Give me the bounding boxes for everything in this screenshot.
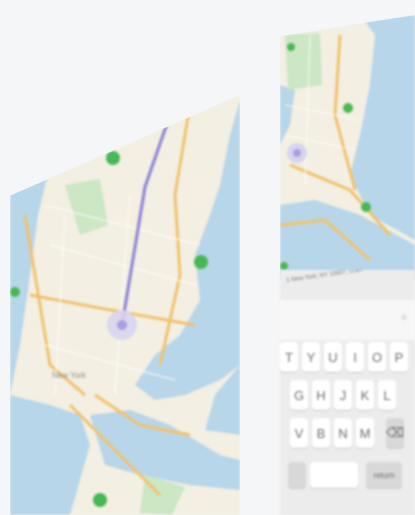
map-marker-icon[interactable] [106, 151, 120, 165]
park-area [285, 33, 322, 90]
map-label: New York [52, 371, 87, 380]
backspace-icon[interactable]: ⌫ [386, 418, 404, 448]
map-canvas-right [280, 15, 415, 280]
key-t[interactable]: T [280, 342, 298, 372]
key-b[interactable]: B [312, 418, 330, 448]
map-marker-icon[interactable] [93, 493, 107, 507]
key-k[interactable]: K [356, 380, 374, 410]
return-key[interactable]: return [366, 462, 402, 488]
key-j[interactable]: J [334, 380, 352, 410]
emoji-key[interactable] [288, 462, 306, 488]
map-marker-icon[interactable] [10, 287, 20, 297]
key-u[interactable]: U [324, 342, 342, 372]
key-m[interactable]: M [356, 418, 374, 448]
map-canvas-left: New York [10, 95, 240, 515]
keyboard-row-1: T Y U I O P [280, 342, 415, 376]
keyboard-row-3: V B N M ⌫ [280, 418, 415, 452]
search-keyboard-panel: 1 New York, NY 10007, USA ○ T Y U I O P … [280, 270, 415, 515]
address-text[interactable]: 1 New York, NY 10007, USA [286, 270, 411, 284]
suggestion-row[interactable]: ○ [280, 300, 415, 340]
map-view-right[interactable] [280, 15, 415, 280]
key-i[interactable]: I [346, 342, 364, 372]
current-location-icon[interactable] [293, 149, 301, 157]
map-view-left[interactable]: New York [10, 95, 240, 515]
key-g[interactable]: G [290, 380, 308, 410]
key-l[interactable]: L [378, 380, 396, 410]
map-marker-icon[interactable] [287, 43, 295, 51]
current-location-icon[interactable] [117, 320, 127, 330]
key-p[interactable]: P [390, 342, 408, 372]
map-marker-icon[interactable] [280, 262, 288, 270]
key-h[interactable]: H [312, 380, 330, 410]
map-marker-icon[interactable] [343, 103, 353, 113]
key-n[interactable]: N [334, 418, 352, 448]
search-icon: ○ [400, 312, 407, 323]
keyboard-row-bottom: return [280, 454, 415, 488]
key-v[interactable]: V [290, 418, 308, 448]
keyboard-row-2: G H J K L [280, 380, 415, 414]
map-marker-icon[interactable] [194, 255, 208, 269]
map-marker-icon[interactable] [361, 202, 371, 212]
space-key[interactable] [310, 462, 358, 488]
key-o[interactable]: O [368, 342, 386, 372]
key-y[interactable]: Y [302, 342, 320, 372]
